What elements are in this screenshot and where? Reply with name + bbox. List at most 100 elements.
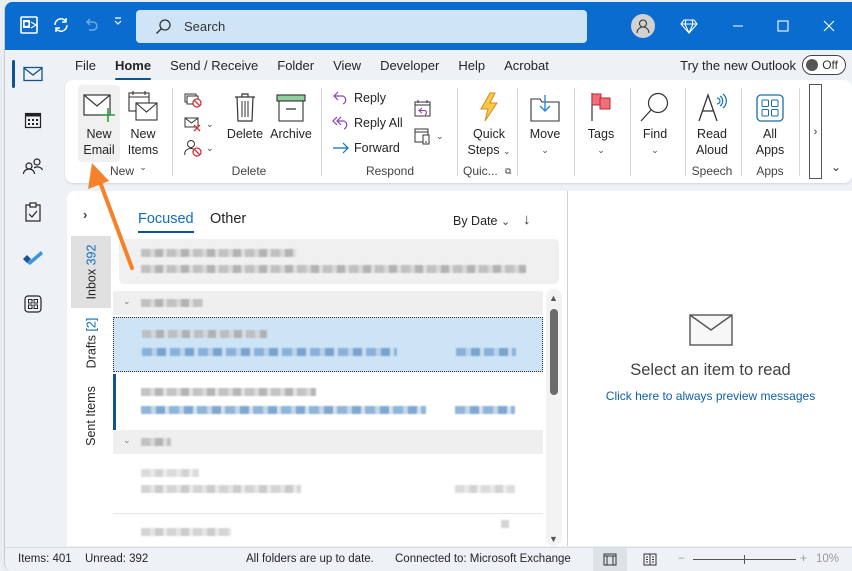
new-email-button[interactable]: New Email (79, 88, 119, 158)
chevron-down-icon: ⌄ (500, 216, 511, 228)
normal-view-button[interactable] (593, 548, 627, 571)
search-input[interactable]: Search (136, 10, 587, 43)
message-item-obscured[interactable] (119, 239, 559, 284)
forward-label: Forward (354, 141, 400, 155)
folder-inbox-label: Inbox 392 (84, 245, 98, 300)
message-list-scrollbar[interactable]: ▲ ▼ (546, 289, 562, 546)
chevron-down-icon: ⌄ (597, 145, 605, 155)
message-item[interactable] (113, 457, 543, 512)
account-avatar[interactable] (631, 14, 655, 38)
obscured-group-title (141, 438, 171, 446)
quick-steps-button[interactable]: Quick Steps ⌄ (465, 88, 513, 159)
nav-calendar[interactable] (5, 100, 61, 140)
group-label-speech: Speech (691, 164, 733, 178)
meeting-reply-button[interactable] (413, 97, 436, 119)
forward-button[interactable]: Forward (331, 137, 400, 159)
customize-toolbar-icon[interactable] (113, 16, 123, 26)
find-button[interactable]: Find ⌄ (634, 88, 676, 158)
quick-steps-label-1: Quick (473, 127, 505, 141)
more-respond-button[interactable]: ⌄ (413, 125, 444, 147)
group-header[interactable]: ⌄ (113, 291, 543, 315)
sort-direction-icon[interactable]: ↓ (523, 211, 531, 228)
move-button[interactable]: Move ⌄ (523, 88, 567, 158)
tab-folder[interactable]: Folder (277, 54, 314, 77)
tab-other[interactable]: Other (210, 211, 246, 227)
minimize-button[interactable] (726, 14, 750, 38)
reading-view-button[interactable] (633, 548, 667, 571)
scroll-up-arrow-icon[interactable]: ▲ (549, 293, 558, 303)
scrollbar-thumb[interactable] (550, 309, 558, 395)
junk-button[interactable]: ⌄ (183, 137, 214, 159)
search-placeholder: Search (184, 19, 226, 34)
nav-mail[interactable] (5, 54, 61, 94)
apps-grid-icon (756, 88, 784, 122)
sync-icon[interactable] (52, 16, 70, 34)
dialog-launcher-icon[interactable]: ⧉ (505, 166, 511, 177)
archive-button[interactable]: Archive (268, 88, 314, 142)
new-items-button[interactable]: New Items ⌄ (123, 88, 163, 175)
nav-more-apps[interactable] (5, 284, 61, 324)
ribbon-scroll-right-button[interactable]: › (809, 84, 822, 179)
zoom-slider[interactable] (693, 555, 796, 564)
read-aloud-icon (697, 88, 727, 122)
tab-developer[interactable]: Developer (380, 54, 439, 77)
tab-help[interactable]: Help (458, 54, 485, 77)
tab-send-receive[interactable]: Send / Receive (170, 54, 258, 77)
group-header[interactable]: ⌄ (113, 430, 543, 454)
obscured-subject (142, 348, 397, 356)
all-apps-button[interactable]: All Apps (747, 88, 793, 158)
nav-todo[interactable] (5, 238, 61, 278)
outlook-window: Search File Home Send / Receive Folder V… (4, 2, 852, 571)
sort-by-dropdown[interactable]: By Date ⌄ (453, 214, 510, 228)
tab-acrobat[interactable]: Acrobat (504, 54, 549, 77)
close-button[interactable] (817, 14, 841, 38)
read-aloud-button[interactable]: Read Aloud (689, 88, 735, 158)
tab-view[interactable]: View (333, 54, 361, 77)
expand-folder-pane-icon[interactable]: › (83, 207, 87, 222)
premium-diamond-icon[interactable] (677, 14, 701, 38)
reading-pane-empty-title: Select an item to read (630, 361, 791, 379)
group-label-new: New (109, 164, 134, 178)
zoom-slider-thumb[interactable] (744, 555, 745, 564)
maximize-button[interactable] (771, 14, 795, 38)
ignore-button[interactable] (183, 89, 206, 111)
nav-people[interactable] (5, 146, 61, 186)
try-new-outlook: Try the new Outlook Off (680, 55, 846, 75)
chevron-down-icon: ⌄ (502, 146, 511, 156)
message-item[interactable] (113, 513, 543, 546)
reply-all-button[interactable]: Reply All (331, 112, 403, 134)
drafts-count: [2] (84, 317, 99, 332)
obscured-subject (141, 485, 301, 493)
folder-drafts[interactable]: Drafts [2] (71, 313, 111, 373)
group-separator (685, 88, 686, 176)
nav-tasks[interactable] (5, 192, 61, 232)
folder-pane-collapsed: › Inbox 392 Drafts [2] Sent Items (67, 191, 113, 546)
zoom-out-button[interactable]: − (678, 553, 685, 565)
zoom-in-button[interactable]: + (800, 553, 807, 565)
group-separator (517, 88, 518, 176)
title-bar: Search (5, 2, 852, 50)
ribbon-collapse-button[interactable]: ⌄ (831, 160, 841, 174)
delete-button[interactable]: Delete (225, 88, 265, 142)
tab-home[interactable]: Home (114, 54, 152, 80)
tab-file[interactable]: File (75, 54, 96, 77)
undo-icon[interactable] (83, 16, 99, 34)
tab-focused[interactable]: Focused (138, 211, 194, 233)
clean-up-button[interactable]: ⌄ (183, 113, 214, 135)
message-list: Focused Other By Date ⌄ ↓ ⌄ ⌄ ▲ ▼ (113, 191, 567, 546)
find-label: Find (642, 127, 668, 141)
toggle-knob (806, 59, 818, 71)
group-separator (457, 88, 458, 176)
trash-icon (234, 88, 256, 122)
new-outlook-toggle[interactable]: Off (802, 55, 846, 75)
message-item-selected[interactable] (113, 317, 543, 372)
tags-button[interactable]: Tags ⌄ (580, 88, 622, 158)
always-preview-link[interactable]: Click here to always preview messages (568, 389, 852, 403)
reply-button[interactable]: Reply (331, 87, 386, 109)
folder-sent-items[interactable]: Sent Items (71, 381, 111, 451)
obscured-date (455, 485, 515, 493)
folder-inbox[interactable]: Inbox 392 (71, 236, 111, 308)
message-item[interactable] (113, 374, 543, 430)
scroll-down-arrow-icon[interactable]: ▼ (549, 534, 558, 544)
chevron-down-icon: ⌄ (541, 145, 549, 155)
